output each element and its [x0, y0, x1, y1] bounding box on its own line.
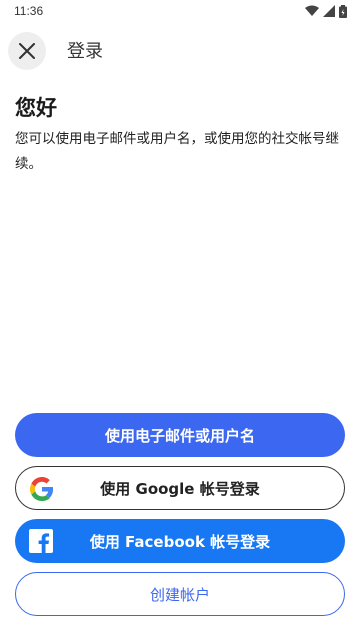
status-bar: 11:36	[0, 0, 359, 24]
login-description: 您可以使用电子邮件或用户名，或使用您的社交帐号继续。	[15, 131, 339, 172]
facebook-logo-icon	[29, 529, 53, 553]
google-login-button[interactable]: 使用 Google 帐号登录	[15, 466, 345, 510]
facebook-login-label: 使用 Facebook 帐号登录	[89, 532, 271, 551]
close-button[interactable]	[8, 32, 46, 70]
close-icon	[19, 43, 35, 59]
email-login-button[interactable]: 使用电子邮件或用户名	[15, 413, 345, 457]
google-login-label: 使用 Google 帐号登录	[100, 479, 260, 498]
status-time: 11:36	[14, 4, 44, 18]
email-login-label: 使用电子邮件或用户名	[104, 426, 255, 445]
header: 登录	[0, 28, 359, 72]
facebook-login-button[interactable]: 使用 Facebook 帐号登录	[15, 519, 345, 563]
battery-icon	[339, 4, 347, 18]
google-logo-icon	[30, 477, 54, 501]
greeting-heading: 您好	[15, 96, 57, 120]
page-title: 登录	[67, 41, 103, 62]
wifi-icon	[305, 5, 319, 16]
create-account-label: 创建帐户	[149, 585, 210, 604]
create-account-button[interactable]: 创建帐户	[15, 572, 345, 616]
signal-icon	[323, 5, 335, 17]
status-icons	[305, 4, 347, 18]
